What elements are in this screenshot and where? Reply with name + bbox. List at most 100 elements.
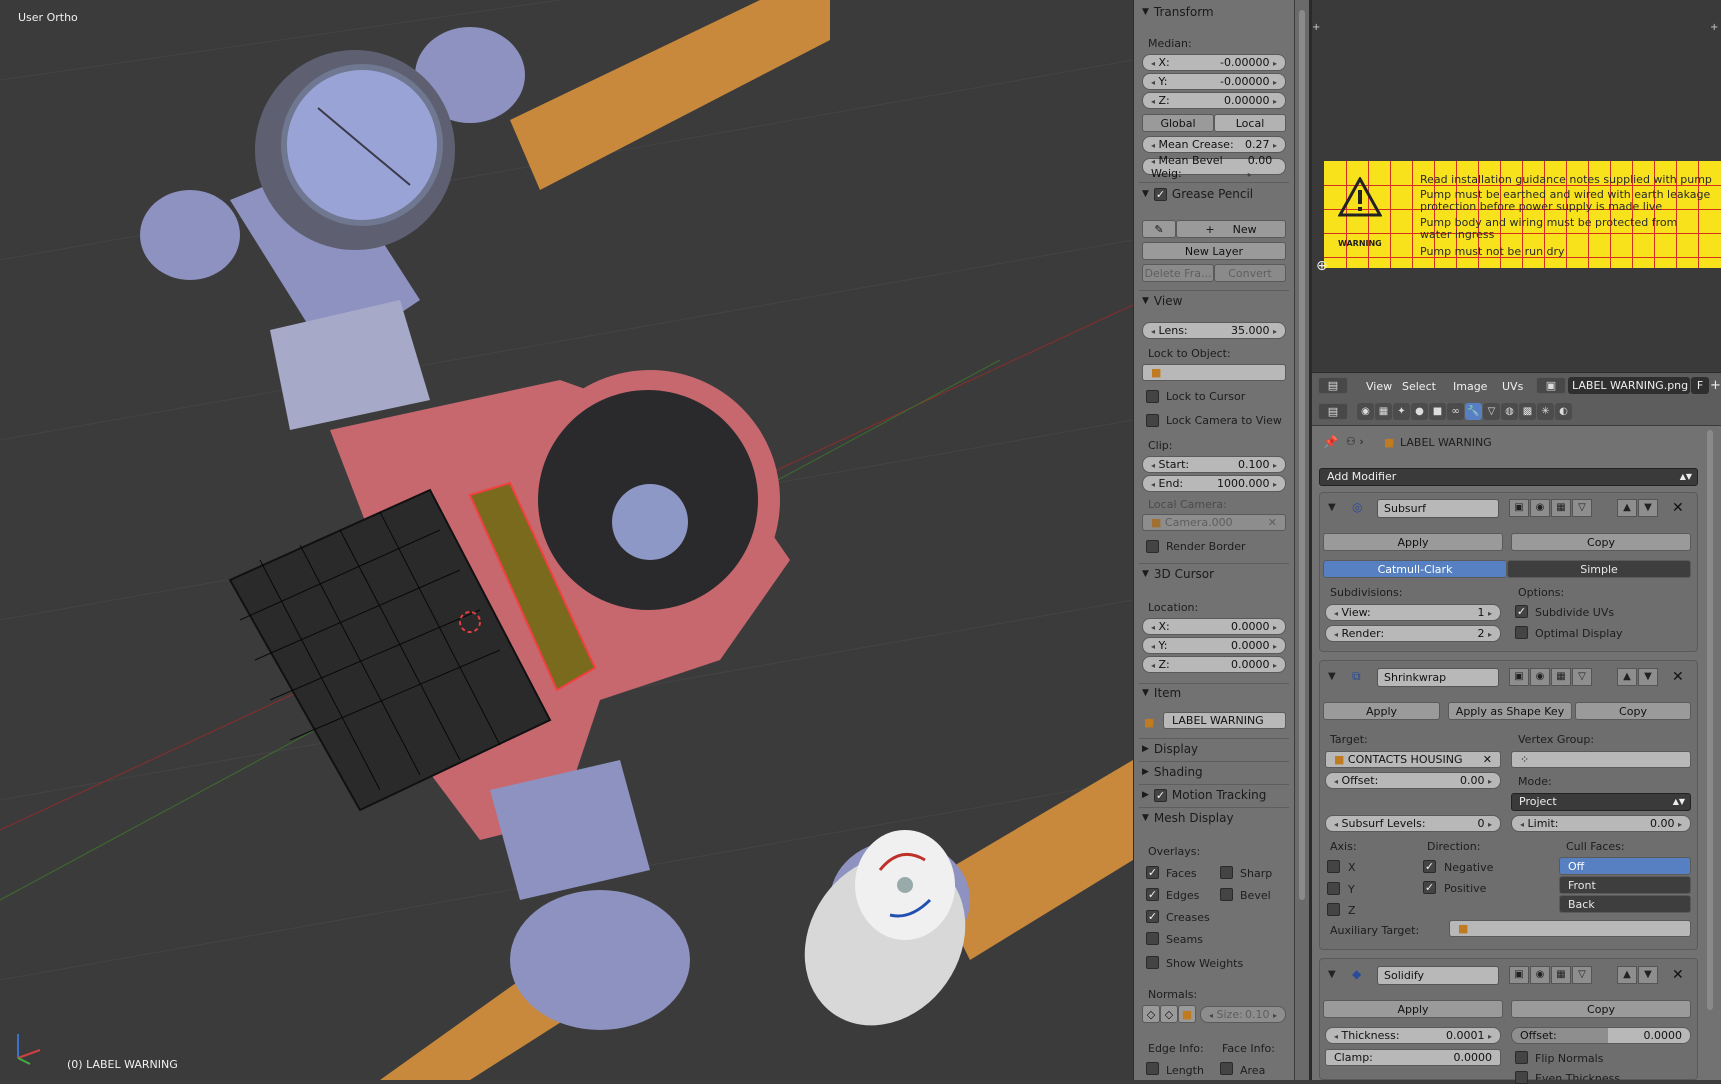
solidify-copy-button[interactable]: Copy (1511, 1000, 1691, 1018)
shrinkwrap-copy-button[interactable]: Copy (1575, 702, 1691, 720)
subsurf-name-field[interactable]: Subsurf (1377, 499, 1499, 518)
local-toggle[interactable]: Local (1214, 114, 1286, 132)
face-normals-icon[interactable]: ■ (1178, 1005, 1196, 1023)
shelf-scrollbar[interactable] (1295, 0, 1309, 1080)
new-layer-button[interactable]: New Layer (1142, 242, 1286, 260)
positive-checkbox[interactable] (1423, 881, 1436, 894)
pin-icon[interactable]: 📌 (1323, 435, 1338, 449)
texture-tab-icon[interactable]: ▩ (1519, 403, 1536, 420)
mode-dropdown[interactable]: Project ▲▼ (1511, 793, 1691, 811)
clip-end-field[interactable]: ◂ End: 1000.000 ▸ (1142, 475, 1286, 492)
render-toggle-icon[interactable]: ▣ (1509, 966, 1529, 984)
thickness-field[interactable]: ◂ Thickness: 0.0001 ▸ (1325, 1027, 1501, 1044)
object-tab-icon[interactable]: ■ (1429, 403, 1446, 420)
offset-slider[interactable]: Offset: 0.0000 (1511, 1027, 1691, 1044)
seams-checkbox[interactable] (1146, 932, 1159, 945)
catmull-clark-toggle[interactable]: Catmull-Clark (1323, 560, 1507, 578)
grease-pencil-checkbox[interactable] (1153, 187, 1167, 201)
cursor-z-field[interactable]: ◂ Z: 0.0000 ▸ (1142, 656, 1286, 673)
shrinkwrap-offset-field[interactable]: ◂ Offset: 0.00 ▸ (1325, 772, 1501, 789)
cage-toggle-icon[interactable]: ▽ (1572, 966, 1592, 984)
auxiliary-target-field[interactable]: ■ (1449, 920, 1691, 937)
lens-field[interactable]: ◂ Lens: 35.000 ▸ (1142, 322, 1286, 339)
even-thickness-checkbox[interactable] (1515, 1071, 1528, 1084)
shrinkwrap-name-field[interactable]: Shrinkwrap (1377, 668, 1499, 687)
item-panel-header[interactable]: ▼ Item (1142, 686, 1181, 700)
clear-icon[interactable]: ✕ (1268, 516, 1277, 529)
show-weights-checkbox[interactable] (1146, 956, 1159, 969)
subsurf-view-field[interactable]: ◂ View: 1 ▸ (1325, 604, 1501, 621)
move-down-icon[interactable]: ▼ (1638, 668, 1658, 686)
shrinkwrap-apply-button[interactable]: Apply (1323, 702, 1440, 720)
global-toggle[interactable]: Global (1142, 114, 1214, 132)
sharp-checkbox[interactable] (1220, 866, 1233, 879)
simple-toggle[interactable]: Simple (1507, 560, 1691, 578)
remove-modifier-icon[interactable]: ✕ (1672, 669, 1684, 685)
subsurf-render-field[interactable]: ◂ Render: 2 ▸ (1325, 625, 1501, 642)
cull-off-option[interactable]: Off (1559, 857, 1691, 875)
render-border-checkbox[interactable] (1146, 540, 1159, 553)
solidify-apply-button[interactable]: Apply (1323, 1000, 1503, 1018)
collapse-icon[interactable]: ▼ (1328, 671, 1336, 682)
median-y-field[interactable]: ◂ Y: -0.00000 ▸ (1142, 73, 1286, 90)
render-toggle-icon[interactable]: ▣ (1509, 668, 1529, 686)
clamp-field[interactable]: Clamp: 0.0000 (1325, 1049, 1501, 1066)
split-normals-icon[interactable]: ◇ (1160, 1005, 1178, 1023)
solidify-name-field[interactable]: Solidify (1377, 966, 1499, 985)
pencil-icon[interactable]: ✎ (1142, 220, 1176, 238)
view-panel-header[interactable]: ▼ View (1142, 294, 1182, 308)
remove-modifier-icon[interactable]: ✕ (1672, 500, 1684, 516)
clip-start-field[interactable]: ◂ Start: 0.100 ▸ (1142, 456, 1286, 473)
particles-tab-icon[interactable]: ✳ (1537, 403, 1554, 420)
move-up-icon[interactable]: ▲ (1617, 668, 1637, 686)
layers-tab-icon[interactable]: ▦ (1375, 403, 1392, 420)
menu-select[interactable]: Select (1402, 380, 1436, 393)
area-checkbox[interactable] (1220, 1062, 1233, 1075)
cull-back-option[interactable]: Back (1559, 895, 1691, 913)
grease-pencil-panel-header[interactable]: ▼Grease Pencil (1142, 187, 1253, 201)
menu-image[interactable]: Image (1453, 380, 1487, 393)
move-up-icon[interactable]: ▲ (1617, 499, 1637, 517)
delete-frame-button[interactable]: Delete Fra... (1142, 264, 1214, 282)
vertex-group-field[interactable]: ⁘ (1511, 751, 1691, 768)
median-x-field[interactable]: ◂ X: -0.00000 ▸ (1142, 54, 1286, 71)
cursor-panel-header[interactable]: ▼ 3D Cursor (1142, 567, 1214, 581)
negative-checkbox[interactable] (1423, 860, 1436, 873)
display-panel-header[interactable]: ▶ Display (1142, 742, 1198, 756)
move-down-icon[interactable]: ▼ (1638, 499, 1658, 517)
convert-button[interactable]: Convert (1214, 264, 1286, 282)
mean-crease-field[interactable]: ◂ Mean Crease: 0.27 ▸ (1142, 136, 1286, 153)
median-z-field[interactable]: ◂ Z: 0.00000 ▸ (1142, 92, 1286, 109)
editor-type-icon[interactable]: ▤ (1318, 377, 1348, 394)
mean-bevel-field[interactable]: ◂ Mean Bevel Weig: 0.00 ▸ (1142, 154, 1286, 180)
normal-size-field[interactable]: ◂ Size: 0.10 ▸ (1200, 1006, 1286, 1023)
render-toggle-icon[interactable]: ▣ (1509, 499, 1529, 517)
local-camera-field[interactable]: ■ Camera.000 ✕ (1142, 514, 1286, 531)
motion-tracking-checkbox[interactable] (1153, 788, 1167, 802)
move-up-icon[interactable]: ▲ (1617, 966, 1637, 984)
lock-cursor-checkbox[interactable] (1146, 390, 1159, 403)
lock-object-field[interactable]: ■ (1142, 364, 1286, 381)
axis-x-checkbox[interactable] (1327, 860, 1340, 873)
apply-shape-key-button[interactable]: Apply as Shape Key (1448, 702, 1572, 720)
transform-panel-header[interactable]: ▼ Transform (1142, 5, 1214, 19)
collapse-icon[interactable]: ▼ (1328, 502, 1336, 513)
creases-checkbox[interactable] (1146, 910, 1159, 923)
bevel-checkbox[interactable] (1220, 888, 1233, 901)
axis-z-checkbox[interactable] (1327, 903, 1340, 916)
editmode-toggle-icon[interactable]: ▦ (1551, 966, 1571, 984)
image-name-field[interactable]: LABEL WARNING.png (1568, 377, 1690, 394)
scene-tab-icon[interactable]: ✦ (1393, 403, 1410, 420)
world-tab-icon[interactable]: ● (1411, 403, 1428, 420)
faces-checkbox[interactable] (1146, 866, 1159, 879)
subsurf-copy-button[interactable]: Copy (1511, 533, 1691, 551)
menu-view[interactable]: View (1366, 380, 1392, 393)
viewport-toggle-icon[interactable]: ◉ (1530, 499, 1550, 517)
target-field[interactable]: ■ CONTACTS HOUSING ✕ (1325, 751, 1501, 768)
cage-toggle-icon[interactable]: ▽ (1572, 499, 1592, 517)
cull-front-option[interactable]: Front (1559, 876, 1691, 894)
image-browse-icon[interactable]: ▣ (1536, 377, 1566, 394)
move-down-icon[interactable]: ▼ (1638, 966, 1658, 984)
editmode-toggle-icon[interactable]: ▦ (1551, 668, 1571, 686)
constraints-tab-icon[interactable]: ∞ (1447, 403, 1464, 420)
